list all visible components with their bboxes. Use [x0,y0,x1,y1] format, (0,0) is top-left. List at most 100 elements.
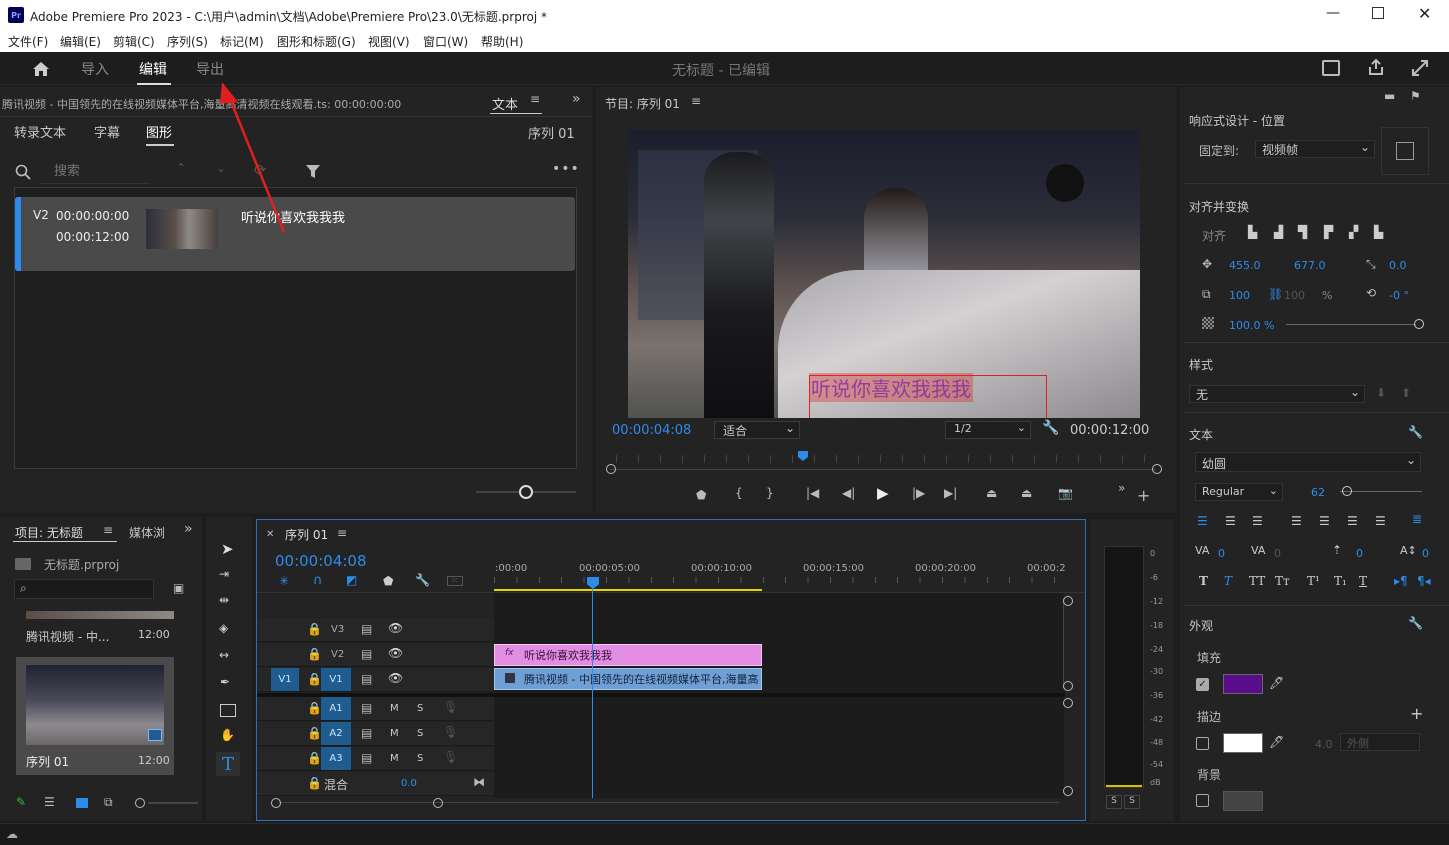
menu-clip[interactable]: 剪辑(C) [113,33,155,50]
sync-a1-icon[interactable]: ▤ [361,701,372,715]
hscroll-start[interactable] [271,798,281,808]
video-vscroll[interactable] [1063,598,1073,688]
resolution-dropdown[interactable]: 1/2 ⌄ [945,421,1031,439]
close-icon[interactable]: ✕ [1418,4,1431,23]
quick-export-icon[interactable] [1322,60,1340,76]
lift-icon[interactable]: ⏏ [986,486,997,500]
faux-bold-icon[interactable]: T [1199,574,1208,588]
align-hcenter-icon[interactable]: ▟ [1274,225,1283,239]
lock-a1-icon[interactable]: 🔒 [307,701,322,715]
track-v1-label[interactable]: V1 [321,668,351,691]
type-tool-icon[interactable]: T [216,752,240,776]
chevron-up-icon[interactable]: ⌃ [176,161,186,175]
slip-tool-icon[interactable]: ↔ [219,648,229,662]
menu-window[interactable]: 窗口(W) [423,33,468,50]
mark-out-icon[interactable]: } [766,486,774,500]
timeline-menu-icon[interactable]: ≡ [337,526,347,540]
position-y[interactable]: 677.0 [1294,259,1326,272]
hand-tool-icon[interactable]: ✋ [220,728,235,742]
step-forward-icon[interactable]: |▶ [912,486,925,500]
lock-v1-icon[interactable]: 🔒 [307,672,322,686]
audio-vscroll-top[interactable] [1063,698,1073,708]
underline-icon[interactable]: T [1359,574,1367,588]
menu-markers[interactable]: 标记(M) [220,33,264,50]
eye-v1-icon[interactable]: 👁 [388,671,403,685]
nest-icon[interactable]: ✳ [279,574,289,588]
captions-icon[interactable]: cc [447,576,463,586]
timeline-timecode[interactable]: 00:00:04:08 [275,552,367,570]
linked-selection-icon[interactable]: ◩ [346,573,357,587]
appearance-settings-icon[interactable]: 🔧 [1408,616,1423,630]
fullscreen-icon[interactable] [1411,59,1429,77]
button-editor-icon[interactable]: » [1118,481,1125,495]
track-a1-label[interactable]: A1 [321,697,351,720]
icon-view-icon[interactable] [76,798,88,808]
tab-graphics[interactable]: 图形 [146,122,172,141]
snap-icon[interactable]: ∩ [313,573,323,588]
panel-menu-icon[interactable]: ≡ [530,92,540,106]
minimize-icon[interactable]: — [1326,5,1340,21]
project-zoom-handle[interactable] [135,798,145,808]
stroke-type-dropdown[interactable]: 外侧 [1340,733,1420,751]
timeline-settings-icon[interactable]: 🔧 [415,573,430,587]
maximize-icon[interactable] [1372,7,1384,19]
pencil-icon[interactable]: ✎ [16,795,26,809]
rtl-icon[interactable]: ¶◂ [1417,574,1431,588]
project-tab-menu-icon[interactable]: ≡ [103,523,113,537]
justify-center-icon[interactable]: ☰ [1319,514,1330,528]
align-right-icon[interactable]: ▜ [1298,225,1307,239]
menu-edit[interactable]: 编辑(E) [60,33,101,50]
bg-swatch[interactable] [1223,791,1263,811]
stroke-width[interactable]: 4.0 [1315,738,1333,751]
superscript-icon[interactable]: T¹ [1307,574,1320,588]
new-layer-icon[interactable]: ▬ [1384,89,1395,103]
mic-a3-icon[interactable]: 🎙 [443,750,458,764]
align-text-right-icon[interactable]: ☰ [1252,514,1263,528]
project-tab[interactable]: 项目: 无标题 [15,524,83,541]
program-scrubber[interactable] [610,469,1156,470]
play-icon[interactable]: ▶ [877,484,889,502]
mute-a2[interactable]: M [390,728,399,739]
mic-a1-icon[interactable]: 🎙 [443,700,458,714]
text-box-icon[interactable]: ≣ [1412,512,1422,526]
ripple-edit-tool-icon[interactable]: ⇹ [219,593,229,607]
ltr-icon[interactable]: ▸¶ [1394,574,1408,588]
solo-a2[interactable]: S [417,728,423,739]
text-panel-title[interactable]: 文本 [492,94,518,113]
font-size-slider-handle[interactable] [1342,486,1352,496]
align-vcenter-icon[interactable]: ▞ [1349,225,1358,239]
fill-swatch[interactable] [1223,674,1263,694]
zoom-slider-handle[interactable] [519,485,533,499]
track-select-tool-icon[interactable]: ⇥ [219,567,229,581]
selection-tool-icon[interactable]: ➤ [221,540,234,558]
track-a2-label[interactable]: A2 [321,722,351,745]
razor-tool-icon[interactable]: ◈ [219,621,228,635]
add-stroke-icon[interactable]: + [1410,704,1423,723]
video-vscroll-top[interactable] [1063,596,1073,606]
video-vscroll-bottom[interactable] [1063,681,1073,691]
tab-import[interactable]: 导入 [81,59,109,79]
justify-right-icon[interactable]: ☰ [1347,514,1358,528]
fit-dropdown[interactable]: 适合 ⌄ [714,421,800,439]
bg-checkbox[interactable] [1196,794,1209,807]
style-dropdown[interactable]: 无 ⌄ [1189,385,1365,403]
scrubber-start-handle[interactable] [606,464,616,474]
sync-v3-icon[interactable]: ▤ [361,622,372,636]
new-bin-icon[interactable]: ▣ [173,581,184,595]
align-text-center-icon[interactable]: ☰ [1225,514,1236,528]
project-expand-icon[interactable]: » [184,521,193,537]
mark-in-icon[interactable]: { [735,486,743,500]
stroke-eyedropper-icon[interactable]: 🖊 [1269,735,1284,749]
menu-help[interactable]: 帮助(H) [481,33,523,50]
leading-value[interactable]: 0 [1356,547,1363,560]
project-item-sequence[interactable]: 序列 01 12:00 [16,657,174,775]
menu-sequence[interactable]: 序列(S) [167,33,208,50]
subscript-icon[interactable]: T₁ [1334,574,1347,588]
stroke-checkbox[interactable] [1196,737,1209,750]
mix-pan-icon[interactable]: ⧓ [473,775,485,789]
eye-v3-icon[interactable]: 👁 [388,621,403,635]
sync-style-icon[interactable]: ⬆ [1401,386,1411,400]
lock-a2-icon[interactable]: 🔒 [307,726,322,740]
menu-view[interactable]: 视图(V) [368,33,410,50]
mic-a2-icon[interactable]: 🎙 [443,725,458,739]
